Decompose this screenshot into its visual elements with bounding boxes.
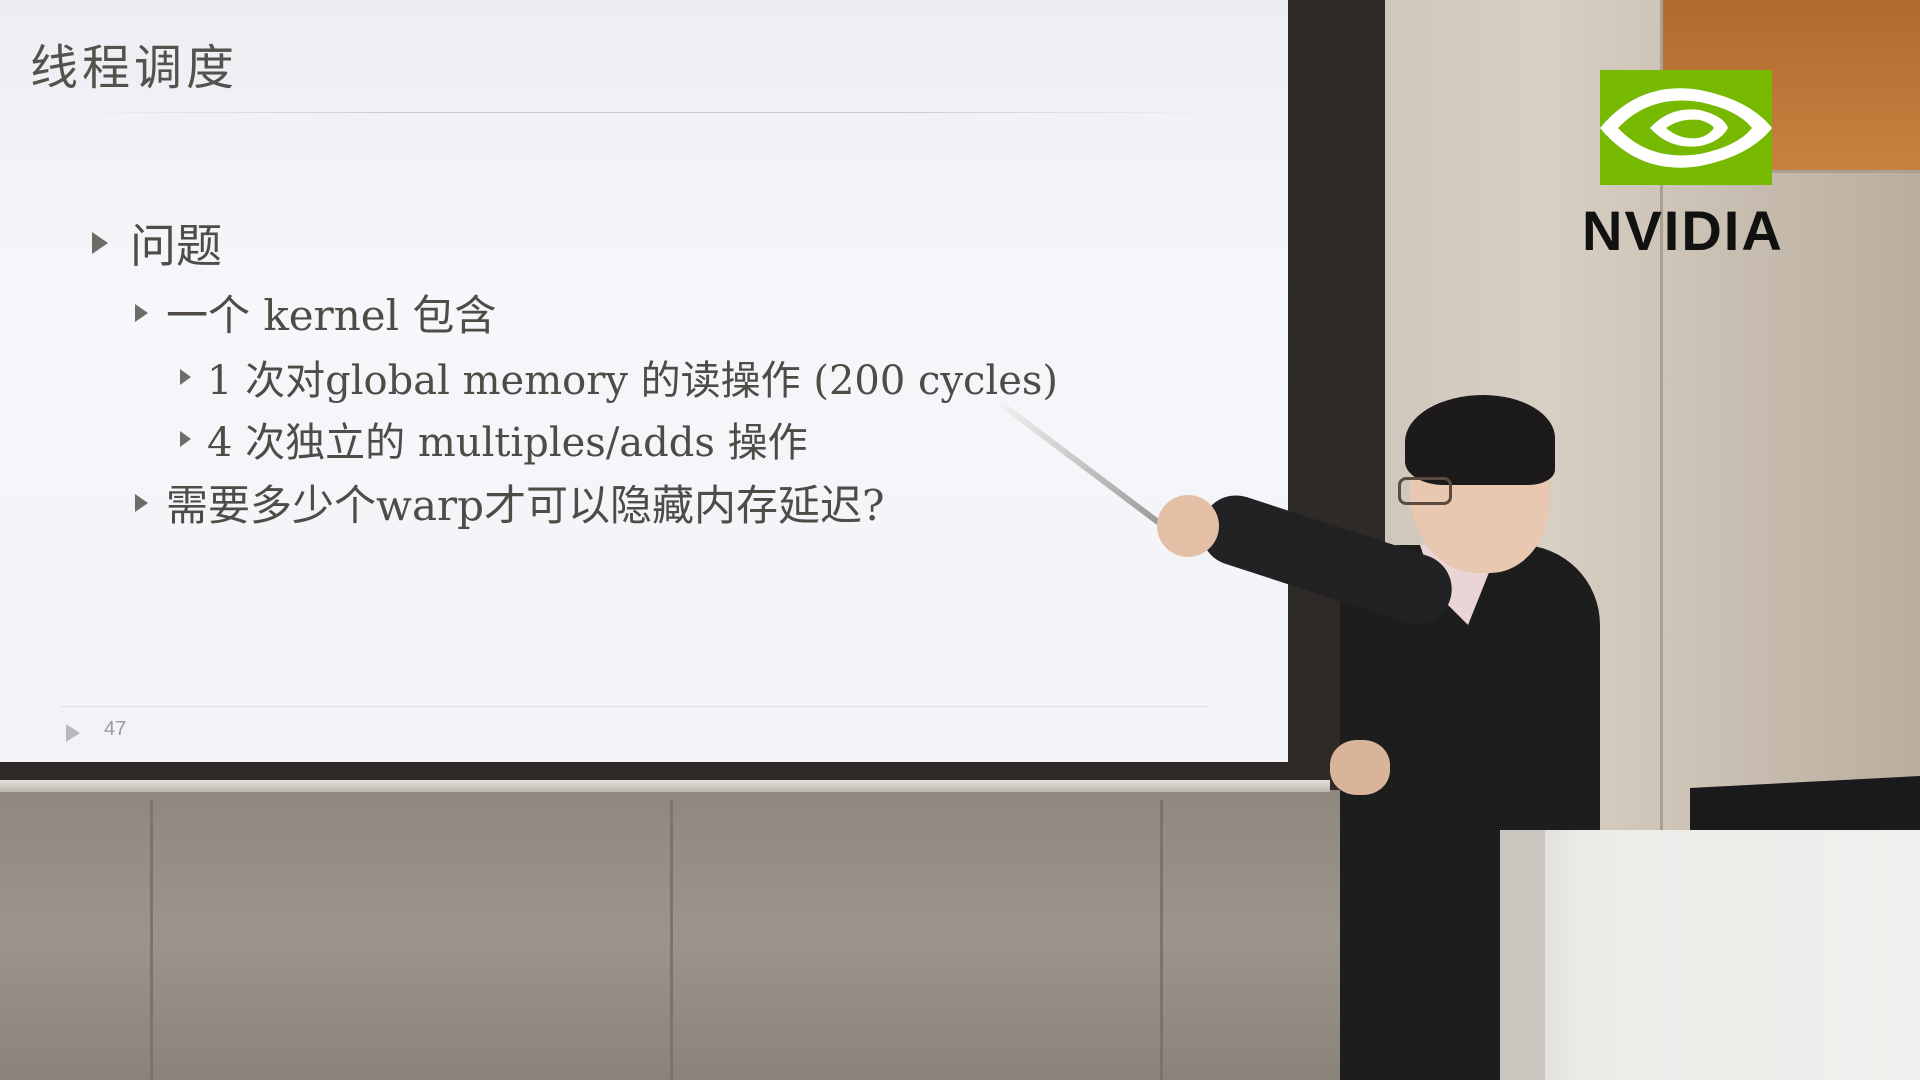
bullet-triangle-icon (135, 303, 148, 322)
projected-slide: 线程调度 问题 一个 kernel 包含 1 次对global memory 的… (0, 0, 1288, 762)
footer-triangle-icon (66, 724, 80, 742)
podium (1500, 830, 1920, 1080)
bullet-text: 需要多少个warp才可以隐藏内存延迟? (166, 481, 885, 530)
bullet-text: 问题 (130, 219, 222, 273)
wall-seam (670, 800, 673, 1080)
slide-title: 线程调度 (30, 40, 239, 96)
wall-seam (150, 800, 153, 1080)
presenter-glasses (1398, 477, 1452, 505)
slide-page-number: 47 (104, 718, 127, 740)
bullet-triangle-icon (135, 493, 148, 512)
bullet-text: 4 次独立的 multiples/adds 操作 (207, 420, 808, 466)
bullet-level3: 4 次独立的 multiples/adds 操作 (180, 410, 808, 468)
presenter-hand (1157, 495, 1219, 557)
bullet-text: 1 次对global memory 的读操作 (200 cycles) (207, 358, 1059, 404)
presenter-hair (1405, 395, 1555, 485)
footer-divider (60, 706, 1210, 707)
title-divider (70, 112, 1220, 113)
bullet-level2: 一个 kernel 包含 (135, 282, 496, 343)
presenter-hand (1330, 740, 1390, 795)
podium-side (1500, 830, 1545, 1080)
bullet-level1: 问题 (92, 210, 222, 276)
bullet-triangle-icon (180, 431, 191, 447)
bullet-triangle-icon (92, 232, 108, 254)
bullet-level2: 需要多少个warp才可以隐藏内存延迟? (135, 472, 884, 533)
bullet-text: 一个 kernel 包含 (166, 291, 497, 340)
nvidia-logo-text: NVIDIA (1582, 199, 1784, 262)
bullet-triangle-icon (180, 369, 191, 385)
nvidia-eye-icon (1600, 88, 1772, 168)
bullet-level3: 1 次对global memory 的读操作 (200 cycles) (180, 348, 1058, 406)
